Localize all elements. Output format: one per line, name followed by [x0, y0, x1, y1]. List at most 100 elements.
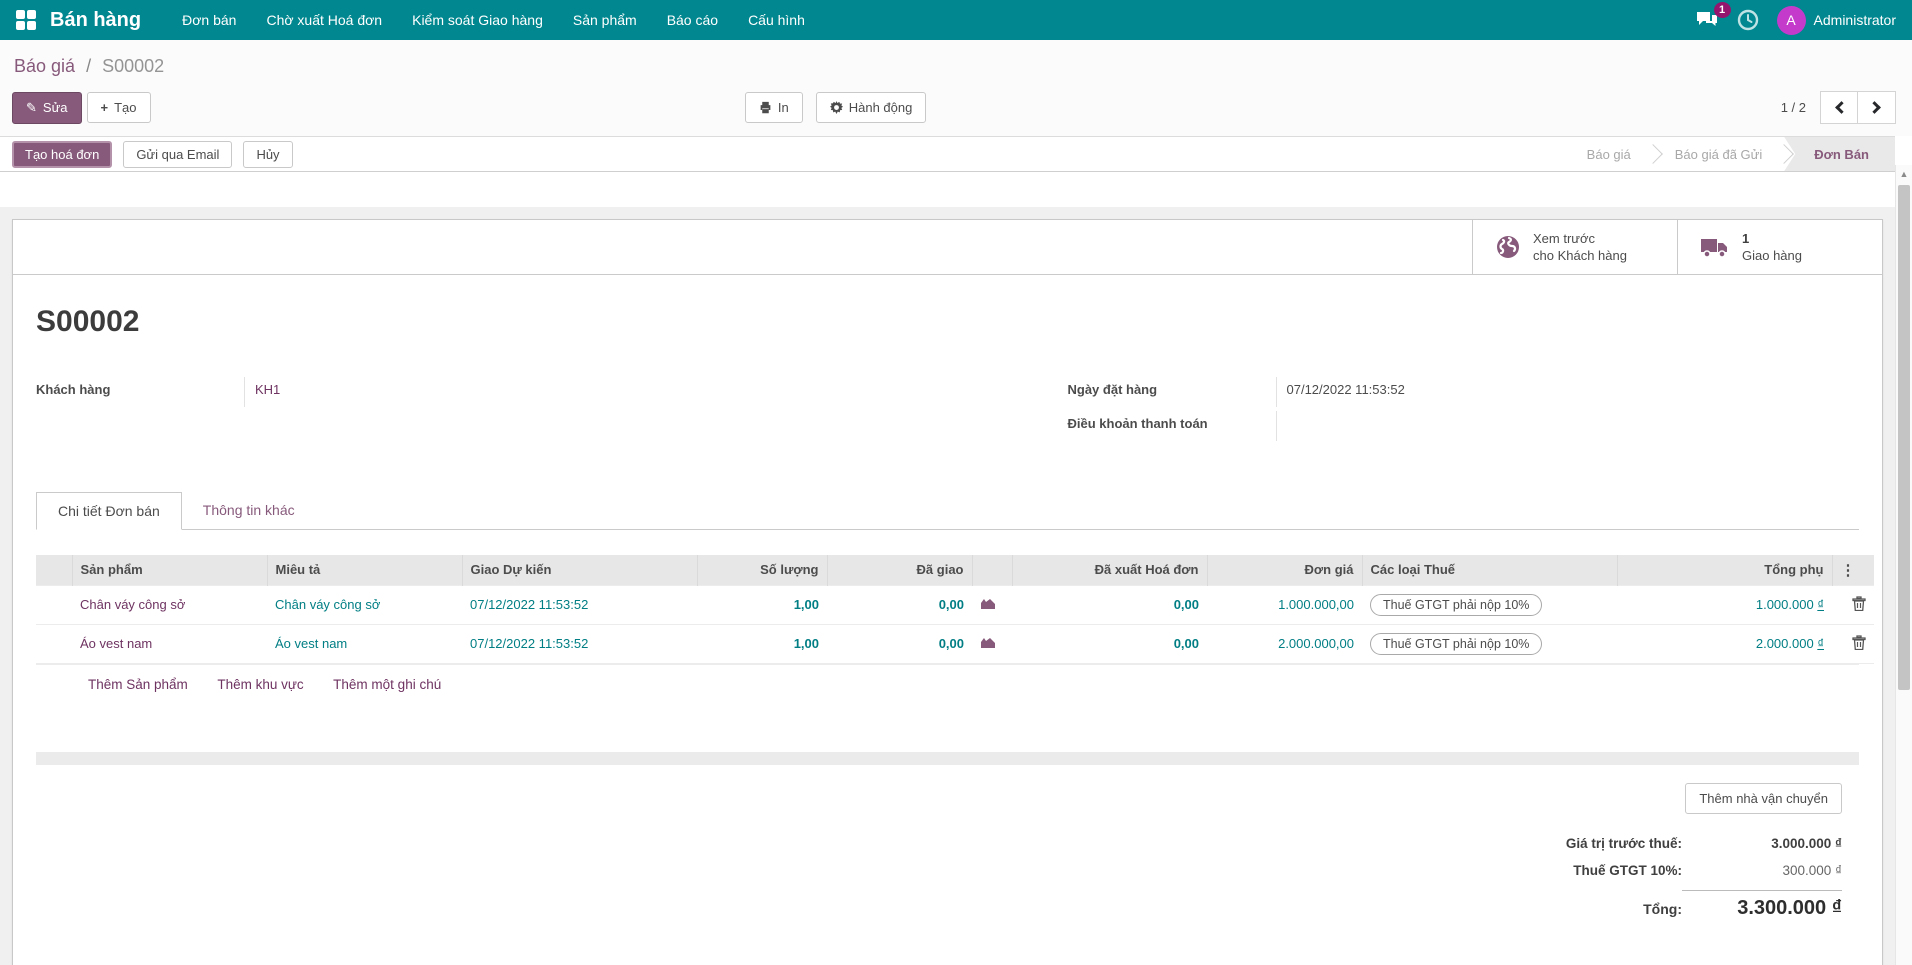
- cell-quantity[interactable]: 1,00: [697, 623, 827, 664]
- column-unit-price[interactable]: Đơn giá: [1206, 555, 1362, 585]
- pager-next-button[interactable]: [1858, 91, 1896, 124]
- app-title[interactable]: Bán hàng: [50, 9, 141, 32]
- preview-label-line1: Xem trước: [1533, 231, 1596, 246]
- pager-previous-button[interactable]: [1820, 91, 1858, 124]
- send-by-email-button[interactable]: Gửi qua Email: [123, 140, 233, 168]
- add-product-link[interactable]: Thêm Sản phẩm: [88, 677, 188, 692]
- cell-unit-price[interactable]: 1.000.000,00: [1207, 584, 1362, 624]
- plus-icon: +: [100, 100, 109, 115]
- nav-item-delivery-control[interactable]: Kiểm soát Giao hàng: [397, 0, 558, 40]
- column-expected-delivery[interactable]: Giao Dự kiến: [461, 555, 697, 585]
- payment-terms-value[interactable]: [1275, 411, 1860, 441]
- cell-product[interactable]: Chân váy công sở: [72, 584, 267, 624]
- cell-delivered[interactable]: 0,00: [827, 584, 972, 624]
- add-note-link[interactable]: Thêm một ghi chú: [333, 677, 441, 692]
- nav-item-reports[interactable]: Báo cáo: [652, 0, 733, 40]
- payment-terms-label: Điều khoản thanh toán: [1067, 416, 1208, 431]
- chevron-right-icon: [1868, 101, 1881, 114]
- delete-line-button[interactable]: [1852, 595, 1866, 614]
- scrollbar-up-arrow[interactable]: ▲: [1896, 165, 1912, 179]
- table-header-row: Sản phẩm Miêu tả Giao Dự kiến Số lượng Đ…: [36, 555, 1874, 585]
- statusbar: Tạo hoá đơn Gửi qua Email Hủy Báo giá Bá…: [0, 136, 1895, 172]
- handle-column-header: [36, 555, 72, 585]
- forecast-column-header: [971, 555, 1012, 585]
- stage-quotation[interactable]: Báo giá: [1565, 137, 1663, 171]
- stage-sales-order[interactable]: Đơn Bán: [1784, 137, 1895, 171]
- delivery-label: Giao hàng: [1742, 248, 1802, 263]
- vertical-scrollbar[interactable]: ▲: [1895, 165, 1912, 965]
- cell-expected-delivery[interactable]: 07/12/2022 11:53:52: [462, 623, 697, 664]
- cell-expected-delivery[interactable]: 07/12/2022 11:53:52: [462, 584, 697, 624]
- activities-clock-icon[interactable]: [1737, 9, 1759, 31]
- pencil-icon: ✎: [26, 99, 37, 115]
- customer-value[interactable]: KH1: [244, 377, 948, 407]
- delete-line-button[interactable]: [1852, 634, 1866, 653]
- content-area: Xem trước cho Khách hàng 1 Giao hàng S00…: [0, 207, 1895, 965]
- column-subtotal[interactable]: Tổng phụ: [1616, 555, 1832, 585]
- delivery-button[interactable]: 1 Giao hàng: [1677, 220, 1882, 274]
- column-delivered[interactable]: Đã giao: [826, 555, 972, 585]
- add-shipping-button[interactable]: Thêm nhà vận chuyển: [1685, 782, 1842, 814]
- cancel-button[interactable]: Hủy: [243, 140, 293, 168]
- smart-button-row: Xem trước cho Khách hàng 1 Giao hàng: [13, 220, 1882, 275]
- tax-amount-row: Thuế GTGT 10%: 300.000 ₫: [1422, 857, 1842, 884]
- tax-label: Thuế GTGT 10%:: [1573, 862, 1682, 878]
- user-menu[interactable]: A Administrator: [1776, 5, 1896, 35]
- nav-item-orders[interactable]: Đơn bán: [167, 0, 251, 40]
- tax-pill[interactable]: Thuế GTGT phải nộp 10%: [1370, 632, 1543, 655]
- notes-strip: [36, 751, 1859, 765]
- column-description[interactable]: Miêu tả: [266, 555, 462, 585]
- create-button[interactable]: + Tạo: [86, 92, 151, 123]
- avatar: A: [1776, 5, 1806, 35]
- optional-columns-icon[interactable]: ⋮: [1831, 555, 1874, 585]
- stage-pipeline: Báo giá Báo giá đã Gửi Đơn Bán: [1565, 137, 1895, 171]
- column-taxes[interactable]: Các loại Thuế: [1361, 555, 1617, 585]
- messages-icon[interactable]: 1: [1695, 2, 1731, 30]
- totals-section: Thêm nhà vận chuyển Giá trị trước thuế: …: [13, 782, 1842, 926]
- stage-quotation-sent[interactable]: Báo giá đã Gửi: [1653, 137, 1795, 171]
- row-handle[interactable]: [36, 584, 72, 624]
- row-handle[interactable]: [36, 623, 72, 664]
- customer-preview-button[interactable]: Xem trước cho Khách hàng: [1472, 220, 1677, 274]
- total-amount-row: Tổng: 3.300.000 ₫: [1422, 884, 1842, 926]
- cell-invoiced[interactable]: 0,00: [1012, 623, 1207, 664]
- notebook-tabs: Chi tiết Đơn bán Thông tin khác: [36, 491, 1859, 530]
- nav-item-to-invoice[interactable]: Chờ xuất Hoá đơn: [251, 0, 397, 40]
- forecast-chart-icon[interactable]: [980, 636, 996, 652]
- column-invoiced[interactable]: Đã xuất Hoá đơn: [1011, 555, 1207, 585]
- tax-value: 300.000 ₫: [1782, 862, 1842, 878]
- tab-other-info[interactable]: Thông tin khác: [182, 492, 316, 530]
- nav-item-products[interactable]: Sản phẩm: [558, 0, 652, 40]
- order-date-value[interactable]: 07/12/2022 11:53:52: [1275, 377, 1860, 407]
- edit-button[interactable]: ✎ Sửa: [12, 91, 82, 124]
- cell-unit-price[interactable]: 2.000.000,00: [1207, 623, 1362, 664]
- chevron-left-icon: [1834, 101, 1848, 114]
- cell-description[interactable]: Áo vest nam: [267, 623, 462, 664]
- preview-label-line2: cho Khách hàng: [1533, 248, 1627, 263]
- column-product[interactable]: Sản phẩm: [71, 555, 267, 585]
- scrollbar-thumb[interactable]: [1898, 185, 1910, 690]
- order-title: S00002: [36, 305, 140, 338]
- cell-invoiced[interactable]: 0,00: [1012, 584, 1207, 624]
- print-button[interactable]: In: [744, 92, 803, 123]
- add-section-link[interactable]: Thêm khu vực: [217, 677, 303, 692]
- tab-order-lines[interactable]: Chi tiết Đơn bán: [36, 492, 182, 530]
- order-line-row[interactable]: Áo vest nam Áo vest nam 07/12/2022 11:53…: [36, 623, 1874, 664]
- cell-product[interactable]: Áo vest nam: [72, 623, 267, 664]
- nav-item-settings[interactable]: Cấu hình: [733, 0, 820, 40]
- create-invoice-button[interactable]: Tạo hoá đơn: [12, 140, 113, 168]
- column-quantity[interactable]: Số lượng: [696, 555, 827, 585]
- form-sheet: Xem trước cho Khách hàng 1 Giao hàng S00…: [12, 219, 1883, 965]
- cell-quantity[interactable]: 1,00: [697, 584, 827, 624]
- order-line-row[interactable]: Chân váy công sở Chân váy công sở 07/12/…: [36, 584, 1874, 624]
- tax-pill[interactable]: Thuế GTGT phải nộp 10%: [1370, 593, 1543, 616]
- forecast-chart-icon[interactable]: [980, 597, 996, 613]
- cell-delivered[interactable]: 0,00: [827, 623, 972, 664]
- action-button[interactable]: Hành động: [815, 92, 927, 123]
- top-navbar: Bán hàng Đơn bán Chờ xuất Hoá đơn Kiểm s…: [0, 0, 1912, 40]
- messages-badge: 1: [1713, 2, 1731, 18]
- apps-menu-icon[interactable]: [16, 10, 36, 30]
- cell-description[interactable]: Chân váy công sở: [267, 584, 462, 624]
- breadcrumb-parent[interactable]: Báo giá: [14, 56, 75, 76]
- customer-label: Khách hàng: [36, 382, 111, 397]
